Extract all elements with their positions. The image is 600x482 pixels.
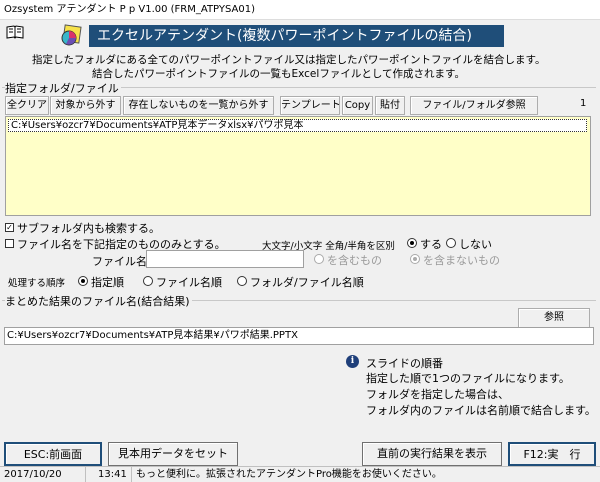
clear-all-button[interactable]: 全クリア: [5, 96, 49, 115]
filter-by-name-checkbox[interactable]: [5, 239, 14, 248]
order-label: 処理する順序: [8, 278, 66, 289]
info-line-3: フォルダ内のファイルは名前順で結合します。: [366, 404, 596, 417]
order-specified-label[interactable]: 指定順: [91, 274, 124, 290]
info-title: スライドの順番: [366, 357, 443, 370]
exclude-target-button[interactable]: 対象から外す: [50, 96, 121, 115]
folder-file-list[interactable]: C:¥Users¥ozcr7¥Documents¥ATP見本データxlsx¥パワ…: [5, 116, 591, 216]
filename-input[interactable]: [146, 250, 304, 268]
folder-group-label: 指定フォルダ/ファイル: [5, 80, 121, 96]
info-icon: i: [346, 355, 359, 368]
list-item[interactable]: C:¥Users¥ozcr7¥Documents¥ATP見本データxlsx¥パワ…: [8, 119, 587, 132]
order-specified-radio[interactable]: [78, 276, 88, 286]
paste-button[interactable]: 貼付: [375, 96, 405, 115]
order-folder-filename-label[interactable]: フォルダ/ファイル名順: [250, 274, 364, 290]
status-bar: 2017/10/20 13:41 もっと便利に。拡張されたアテンダントPro機能…: [0, 466, 600, 482]
book-icon[interactable]: [6, 24, 24, 40]
esc-back-button[interactable]: ESC:前画面: [4, 442, 102, 466]
page-title: エクセルアテンダント(複数パワーポイントファイルの結合): [89, 25, 504, 47]
include-subfolders-checkbox[interactable]: ✓: [5, 223, 14, 232]
status-date: 2017/10/20: [0, 467, 86, 482]
description-line-2: 結合したパワーポイントファイルの一覧もExcelファイルとして作成されます。: [92, 68, 465, 80]
set-sample-data-button[interactable]: 見本用データをセット: [108, 442, 238, 466]
info-line-2: フォルダを指定した場合は、: [366, 388, 509, 401]
not-contains-radio: [410, 254, 420, 264]
result-group-label: まとめた結果のファイル名(結合結果): [5, 293, 192, 309]
case-no-label[interactable]: しない: [459, 236, 492, 252]
status-message: もっと便利に。拡張されたアテンダントPro機能をお使いください。: [136, 469, 442, 480]
contains-radio: [314, 254, 324, 264]
exclude-missing-button[interactable]: 存在しないものを一覧から外す: [123, 96, 274, 115]
app-logo-icon: [58, 22, 84, 48]
show-last-result-button[interactable]: 直前の実行結果を表示: [362, 442, 502, 466]
template-button[interactable]: テンプレート: [280, 96, 340, 115]
order-filename-label[interactable]: ファイル名順: [156, 274, 222, 290]
result-path-input[interactable]: C:¥Users¥ozcr7¥Documents¥ATP見本結果¥パワポ結果.P…: [4, 327, 594, 345]
info-line-1: 指定した順で1つのファイルになります。: [366, 372, 570, 385]
result-browse-button[interactable]: 参照: [518, 308, 590, 328]
copy-button[interactable]: Copy: [342, 96, 373, 115]
window-title: Ozsystem アテンダント P p V1.00 (FRM_ATPYSA01): [0, 0, 600, 20]
case-yes-label[interactable]: する: [420, 236, 442, 252]
contains-label: を含むもの: [327, 254, 382, 267]
case-no-radio[interactable]: [446, 238, 456, 248]
status-time: 13:41: [86, 467, 132, 482]
include-subfolders-label[interactable]: サブフォルダ内も検索する。: [17, 220, 160, 236]
item-count: 1: [580, 98, 587, 109]
description-line-1: 指定したフォルダにある全てのパワーポイントファイル又は指定したパワーポイントファ…: [32, 54, 546, 66]
execute-button[interactable]: F12:実 行: [508, 442, 596, 466]
not-contains-label: を含まないもの: [423, 254, 500, 267]
file-folder-browse-button[interactable]: ファイル/フォルダ参照: [410, 96, 538, 115]
order-folder-filename-radio[interactable]: [237, 276, 247, 286]
order-filename-radio[interactable]: [143, 276, 153, 286]
case-yes-radio[interactable]: [407, 238, 417, 248]
